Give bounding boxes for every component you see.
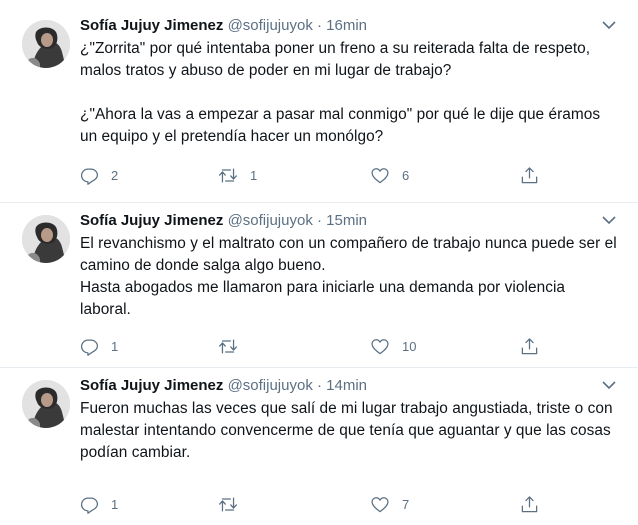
like-button[interactable]: 6 <box>370 166 409 185</box>
tweet-text: ¿"Zorrita" por qué intentaba poner un fr… <box>80 38 618 148</box>
share-icon <box>521 167 538 184</box>
display-name[interactable]: Sofía Jujuy Jimenez <box>80 17 223 34</box>
avatar[interactable] <box>22 215 70 263</box>
tweet-header: Sofía Jujuy Jimenez @sofijujuyok · 16min <box>80 16 618 38</box>
tweet-paragraph: Hasta abogados me llamaron para iniciarl… <box>80 279 566 318</box>
tweet-header: Sofía Jujuy Jimenez @sofijujuyok · 14min <box>80 376 618 398</box>
heart-icon <box>371 497 389 513</box>
retweet-button[interactable] <box>218 495 250 514</box>
tweet-thread: Sofía Jujuy Jimenez @sofijujuyok · 16min… <box>0 0 638 525</box>
reply-icon <box>80 497 99 514</box>
handle[interactable]: @sofijujuyok <box>228 17 313 34</box>
reply-count: 1 <box>111 339 119 354</box>
timestamp[interactable]: · 14min <box>317 377 367 394</box>
reply-button[interactable]: 1 <box>80 495 118 514</box>
reply-icon <box>80 339 99 356</box>
like-count: 10 <box>402 339 417 354</box>
like-count: 6 <box>402 168 410 183</box>
tweet-paragraph: El revanchismo y el maltrato con un comp… <box>80 235 617 274</box>
chevron-down-icon[interactable] <box>600 18 618 32</box>
share-icon <box>521 338 538 355</box>
share-button[interactable] <box>520 166 539 185</box>
tweet[interactable]: Sofía Jujuy Jimenez @sofijujuyok · 14min… <box>0 368 638 525</box>
like-count: 7 <box>402 497 410 512</box>
tweet-paragraph: ¿"Ahora la vas a empezar a pasar mal con… <box>80 106 601 145</box>
tweet-actions: 2 1 6 <box>80 166 618 188</box>
reply-button[interactable]: 1 <box>80 337 118 356</box>
display-name[interactable]: Sofía Jujuy Jimenez <box>80 377 223 394</box>
tweet-header: Sofía Jujuy Jimenez @sofijujuyok · 15min <box>80 211 618 233</box>
tweet-paragraph: ¿"Zorrita" por qué intentaba poner un fr… <box>80 40 591 79</box>
tweet[interactable]: Sofía Jujuy Jimenez @sofijujuyok · 15min… <box>0 203 638 368</box>
tweet[interactable]: Sofía Jujuy Jimenez @sofijujuyok · 16min… <box>0 0 638 203</box>
chevron-down-icon[interactable] <box>600 378 618 392</box>
tweet-paragraph: Fueron muchas las veces que salí de mi l… <box>80 400 613 461</box>
avatar[interactable] <box>22 20 70 68</box>
retweet-button[interactable] <box>218 337 250 356</box>
share-button[interactable] <box>520 337 539 356</box>
tweet-text: El revanchismo y el maltrato con un comp… <box>80 233 618 321</box>
like-button[interactable]: 10 <box>370 337 416 356</box>
retweet-count: 1 <box>250 168 258 183</box>
handle[interactable]: @sofijujuyok <box>228 212 313 229</box>
reply-button[interactable]: 2 <box>80 166 118 185</box>
retweet-icon <box>219 497 237 512</box>
reply-icon <box>80 168 99 185</box>
reply-count: 1 <box>111 497 119 512</box>
display-name[interactable]: Sofía Jujuy Jimenez <box>80 212 223 229</box>
reply-count: 2 <box>111 168 119 183</box>
tweet-actions: 1 7 <box>80 495 618 517</box>
retweet-icon <box>219 339 237 354</box>
like-button[interactable]: 7 <box>370 495 409 514</box>
timestamp[interactable]: · 16min <box>317 17 367 34</box>
tweet-text: Fueron muchas las veces que salí de mi l… <box>80 398 618 464</box>
tweet-actions: 1 10 <box>80 337 618 359</box>
heart-icon <box>371 339 389 355</box>
chevron-down-icon[interactable] <box>600 213 618 227</box>
share-button[interactable] <box>520 495 539 514</box>
retweet-button[interactable]: 1 <box>218 166 257 185</box>
avatar[interactable] <box>22 380 70 428</box>
heart-icon <box>371 168 389 184</box>
share-icon <box>521 496 538 513</box>
handle[interactable]: @sofijujuyok <box>228 377 313 394</box>
timestamp[interactable]: · 15min <box>317 212 367 229</box>
retweet-icon <box>219 168 237 183</box>
